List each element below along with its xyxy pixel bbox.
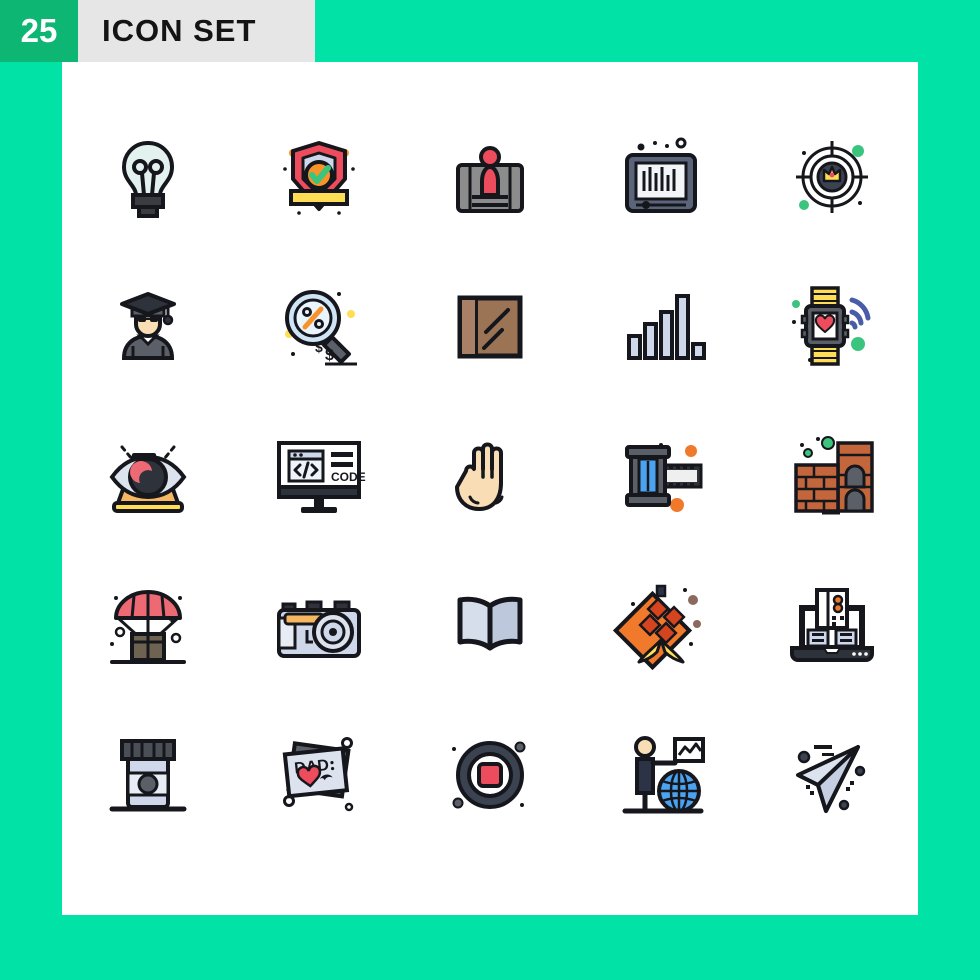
dad-card-icon[interactable]: DAD xyxy=(233,698,404,847)
page-title: ICON SET xyxy=(102,13,257,48)
graduate-icon[interactable] xyxy=(62,251,233,400)
bar-chart-icon[interactable] xyxy=(576,251,747,400)
icon-count-badge: 25 xyxy=(0,0,78,62)
search-discount-icon[interactable]: $ $ xyxy=(233,251,404,400)
header-bar: 25 ICON SET xyxy=(0,0,315,62)
icon-set-page: 25 ICON SET $ $ CODE xyxy=(0,0,980,980)
security-shield-icon[interactable] xyxy=(233,102,404,251)
record-stop-icon[interactable] xyxy=(404,698,575,847)
film-roll-icon[interactable] xyxy=(576,400,747,549)
svg-text:$: $ xyxy=(315,339,323,355)
open-book-icon[interactable] xyxy=(404,549,575,698)
paper-plane-icon[interactable] xyxy=(747,698,918,847)
icon-panel: $ $ CODE xyxy=(62,62,918,915)
wooden-board-icon[interactable] xyxy=(404,251,575,400)
brick-building-icon[interactable] xyxy=(747,400,918,549)
ketupat-kite-icon[interactable] xyxy=(576,549,747,698)
svg-text:$: $ xyxy=(325,347,334,364)
jar-bottle-icon[interactable] xyxy=(62,698,233,847)
presenter-globe-icon[interactable] xyxy=(576,698,747,847)
code-monitor-icon[interactable]: CODE xyxy=(233,400,404,549)
parachute-delivery-icon[interactable] xyxy=(62,549,233,698)
smartwatch-heart-icon[interactable] xyxy=(747,251,918,400)
target-crown-icon[interactable] xyxy=(747,102,918,251)
camera-icon[interactable] xyxy=(233,549,404,698)
hand-gesture-icon[interactable] xyxy=(404,400,575,549)
tablet-barcode-icon[interactable] xyxy=(576,102,747,251)
profile-card-icon[interactable] xyxy=(404,102,575,251)
icon-grid: $ $ CODE xyxy=(62,102,918,847)
laptop-server-icon[interactable] xyxy=(747,549,918,698)
light-bulb-icon[interactable] xyxy=(62,102,233,251)
code-monitor-label: CODE xyxy=(331,470,366,484)
eye-vision-icon[interactable] xyxy=(62,400,233,549)
